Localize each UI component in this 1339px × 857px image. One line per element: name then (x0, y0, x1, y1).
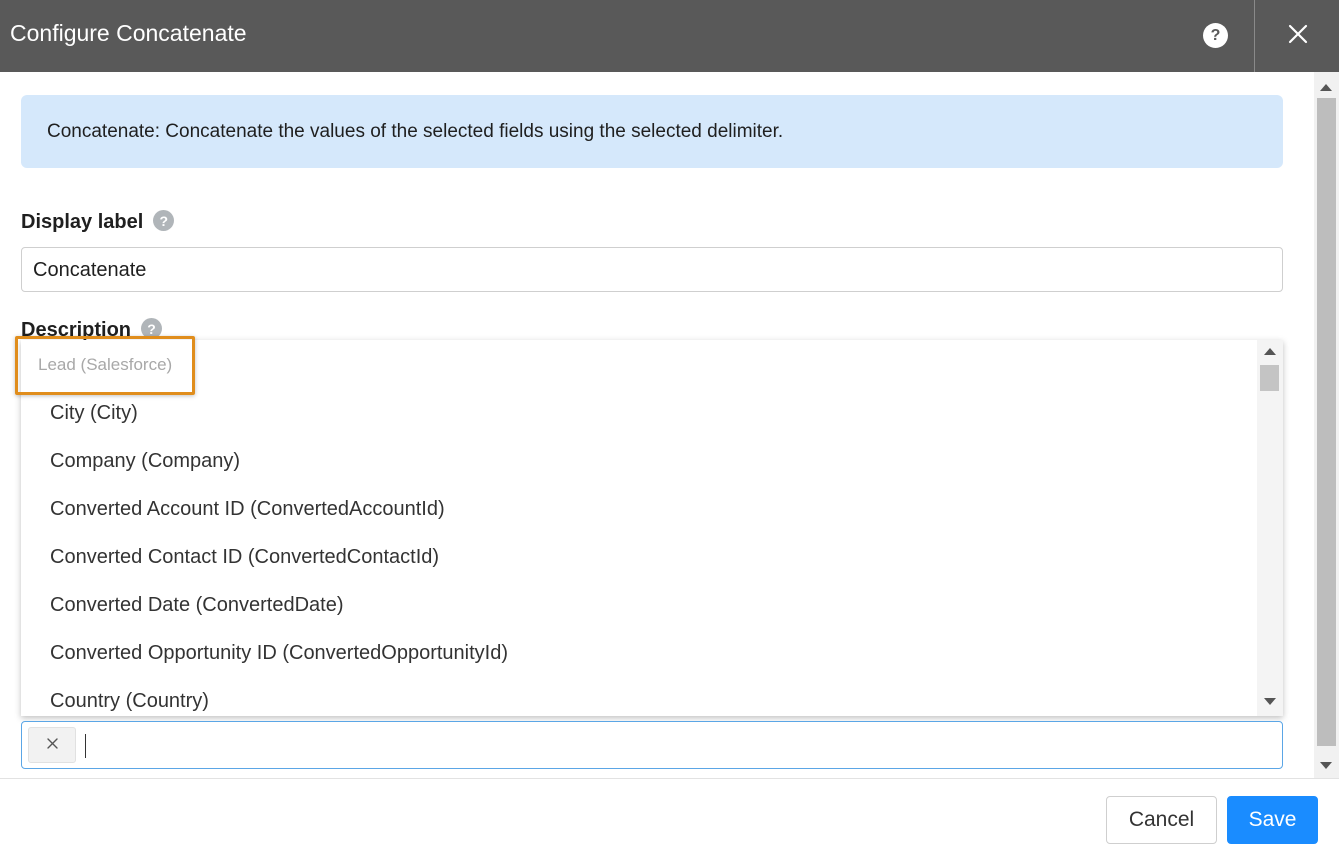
selected-field-chip[interactable] (28, 727, 76, 763)
group-label-highlight (15, 336, 195, 395)
dropdown-option[interactable]: Converted Opportunity ID (ConvertedOppor… (50, 642, 508, 665)
dropdown-option[interactable]: Converted Date (ConvertedDate) (50, 594, 343, 617)
dropdown-option[interactable]: Converted Contact ID (ConvertedContactId… (50, 546, 439, 569)
display-label-help-icon[interactable]: ? (153, 210, 175, 232)
display-label-heading: Display label? (21, 210, 175, 234)
dropdown-option[interactable]: Company (Company) (50, 450, 240, 473)
dropdown-scrollbar-thumb[interactable] (1260, 365, 1279, 391)
question-circle-icon[interactable]: ? (1203, 23, 1228, 48)
scroll-down-arrow-icon[interactable] (1320, 762, 1332, 769)
fields-multiselect-input[interactable] (21, 721, 1283, 769)
scrollbar-thumb[interactable] (1317, 98, 1336, 746)
cancel-button[interactable]: Cancel (1106, 796, 1217, 844)
dropdown-option[interactable]: City (City) (50, 402, 138, 425)
titlebar-divider (1254, 0, 1255, 72)
dropdown-option[interactable]: Country (Country) (50, 690, 209, 713)
text-caret (85, 734, 86, 758)
scroll-up-arrow-icon[interactable] (1320, 84, 1332, 91)
field-dropdown-list[interactable]: Lead (Salesforce) City (City) Company (C… (21, 340, 1283, 716)
display-label-input[interactable]: Concatenate (21, 247, 1283, 292)
dialog-title: Configure Concatenate (10, 20, 247, 46)
footer-divider (0, 778, 1339, 779)
info-banner: Concatenate: Concatenate the values of t… (21, 95, 1283, 168)
remove-chip-icon[interactable] (46, 736, 58, 754)
dropdown-scroll-up-icon[interactable] (1264, 348, 1276, 355)
close-icon[interactable] (1284, 20, 1312, 48)
dropdown-scroll-down-icon[interactable] (1264, 698, 1276, 705)
save-button[interactable]: Save (1227, 796, 1318, 844)
dialog-titlebar: Configure Concatenate ? (0, 0, 1339, 72)
dialog-scrollbar[interactable] (1314, 72, 1339, 778)
display-label-text: Display label (21, 211, 144, 233)
dropdown-option[interactable]: Converted Account ID (ConvertedAccountId… (50, 498, 445, 521)
dropdown-scrollbar[interactable] (1257, 340, 1283, 716)
info-banner-text: Concatenate: Concatenate the values of t… (47, 121, 784, 142)
